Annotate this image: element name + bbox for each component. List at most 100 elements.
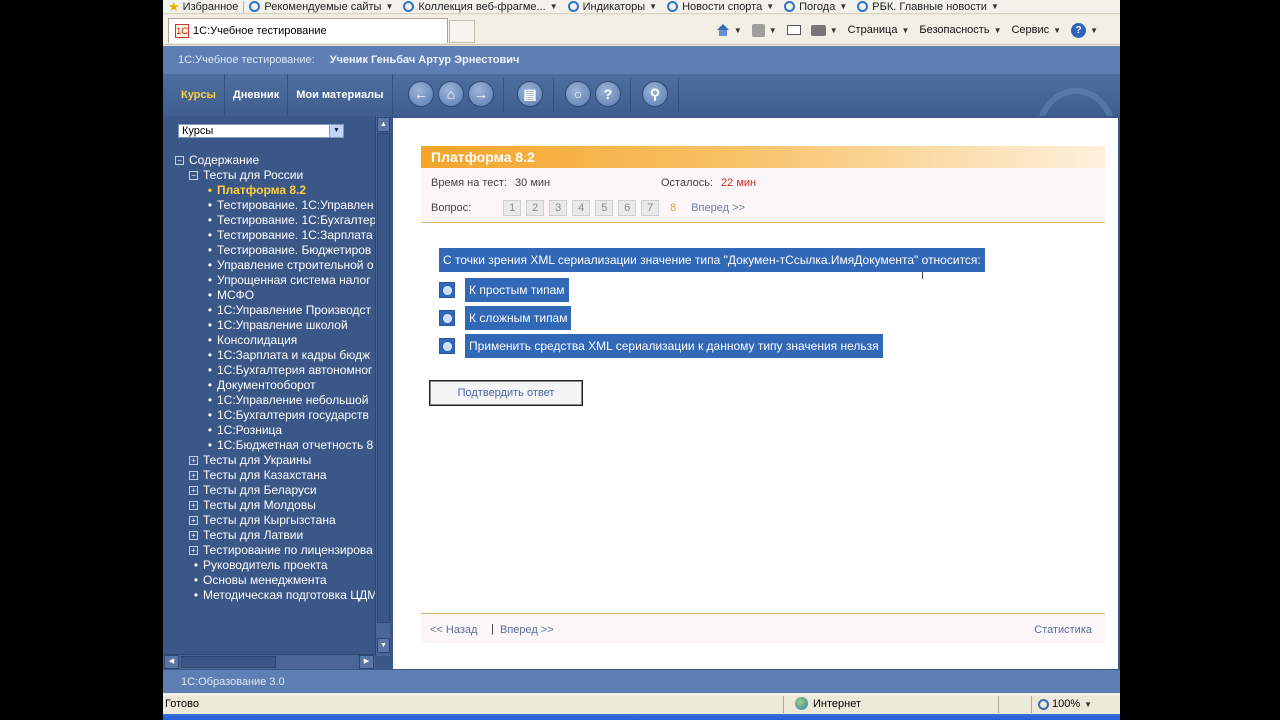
vertical-scrollbar[interactable]: ▲ ▼	[375, 116, 390, 656]
tree-item[interactable]: • Консолидация	[175, 333, 375, 348]
question-number-3[interactable]: 3	[549, 200, 568, 216]
tree-item[interactable]: + Тесты для Латвии	[175, 528, 375, 543]
tree-item[interactable]: • Упрощенная система налог	[175, 273, 375, 288]
tree-item[interactable]: • Тестирование. Бюджетиров	[175, 243, 375, 258]
answer-label[interactable]: К сложным типам	[465, 306, 572, 330]
security-menu[interactable]: Безопасность ▼	[919, 24, 1001, 36]
tree-item[interactable]: • МСФО	[175, 288, 375, 303]
radio-button[interactable]	[439, 338, 455, 354]
ie-icon	[857, 1, 869, 12]
home-button[interactable]: ▼	[716, 24, 742, 36]
confirm-answer-button[interactable]: Подтвердить ответ	[429, 380, 583, 406]
expand-icon[interactable]: +	[189, 471, 198, 480]
fav-link-weather[interactable]: Погода ▼	[779, 0, 852, 13]
tree-item[interactable]: • Методическая подготовка ЦДМ	[175, 588, 375, 603]
answer-option-2[interactable]: К сложным типам	[439, 306, 572, 330]
question-number-4[interactable]: 4	[572, 200, 591, 216]
print-app-button[interactable]: ▤	[517, 81, 543, 107]
tree-item[interactable]: • Тестирование. 1С:Управлен	[175, 198, 375, 213]
tree-item[interactable]: • Основы менеджмента	[175, 573, 375, 588]
nav-my-materials[interactable]: Мои материалы	[288, 74, 393, 116]
favorites-button[interactable]: ★ Избранное	[163, 0, 243, 13]
browser-tab[interactable]: 1С 1С:Учебное тестирование	[168, 18, 448, 43]
tree-item[interactable]: + Тестирование по лицензирова	[175, 543, 375, 558]
tree-item[interactable]: − Тесты для России	[175, 168, 375, 183]
tree-item[interactable]: + Тесты для Беларуси	[175, 483, 375, 498]
tree-item[interactable]: • Платформа 8.2	[175, 183, 375, 198]
radio-button[interactable]	[439, 310, 455, 326]
statistics-link[interactable]: Статистика	[1034, 624, 1092, 636]
expand-icon[interactable]: +	[189, 546, 198, 555]
print-button[interactable]: ▼	[810, 24, 838, 36]
tree-item[interactable]: + Тесты для Молдовы	[175, 498, 375, 513]
question-number-7[interactable]: 7	[641, 200, 660, 216]
search-button[interactable]: ○	[565, 81, 591, 107]
expand-icon[interactable]: +	[189, 501, 198, 510]
expand-icon[interactable]: +	[189, 516, 198, 525]
tree-item[interactable]: • 1С:Управление Производст	[175, 303, 375, 318]
scroll-right-icon[interactable]: ▶	[359, 655, 374, 669]
zoom-control[interactable]: 100% ▼	[1038, 698, 1092, 710]
fav-link-rbc[interactable]: РБК. Главные новости ▼	[852, 0, 1004, 13]
scroll-thumb[interactable]	[377, 133, 390, 623]
help-app-button[interactable]: ?	[595, 81, 621, 107]
nav-diary[interactable]: Дневник	[225, 74, 289, 116]
forward-link[interactable]: Вперед >>	[500, 624, 554, 636]
scroll-down-icon[interactable]: ▼	[377, 638, 390, 653]
service-menu[interactable]: Сервис ▼	[1011, 24, 1061, 36]
nav-courses[interactable]: Курсы	[173, 74, 225, 116]
section-select[interactable]: Курсы ▼	[178, 124, 344, 138]
tree-item[interactable]: • 1С:Зарплата и кадры бюдж	[175, 348, 375, 363]
tree-item[interactable]: + Тесты для Казахстана	[175, 468, 375, 483]
bullet-icon: •	[207, 378, 213, 392]
tree-item[interactable]: • 1С:Управление небольшой	[175, 393, 375, 408]
fav-link-webslices[interactable]: Коллекция веб-фрагме... ▼	[398, 0, 562, 13]
back-arrow-button[interactable]: ←	[408, 81, 434, 107]
tree-item[interactable]: • 1С:Розница	[175, 423, 375, 438]
tree-item[interactable]: − Содержание	[175, 153, 375, 168]
security-zone[interactable]: Интернет	[795, 697, 861, 710]
tree-item[interactable]: • 1С:Бухгалтерия автономног	[175, 363, 375, 378]
answer-option-1[interactable]: К простым типам	[439, 278, 569, 302]
scroll-left-icon[interactable]: ◀	[164, 655, 179, 669]
tree-item[interactable]: • Руководитель проекта	[175, 558, 375, 573]
help-button[interactable]: ? ▼	[1071, 22, 1098, 38]
forward-arrow-button[interactable]: →	[468, 81, 494, 107]
answer-label[interactable]: К простым типам	[465, 278, 569, 302]
page-menu[interactable]: Страница ▼	[848, 24, 910, 36]
tree-item[interactable]: • 1С:Бюджетная отчетность 8	[175, 438, 375, 453]
tree-item[interactable]: • Тестирование. 1С:Бухгалтер	[175, 213, 375, 228]
horizontal-scrollbar[interactable]: ◀ ▶	[163, 654, 375, 669]
question-number-1[interactable]: 1	[503, 200, 522, 216]
radio-button[interactable]	[439, 282, 455, 298]
tree-item[interactable]: • Управление строительной о	[175, 258, 375, 273]
tree-item[interactable]: • Документооборот	[175, 378, 375, 393]
fav-link-indicators[interactable]: Индикаторы ▼	[563, 0, 662, 13]
answer-label[interactable]: Применить средства XML сериализации к да…	[465, 334, 883, 358]
expand-icon[interactable]: +	[189, 456, 198, 465]
new-tab-button[interactable]	[449, 20, 475, 43]
tree-item[interactable]: • 1С:Бухгалтерия государств	[175, 408, 375, 423]
tree-item[interactable]: • Тестирование. 1С:Зарплата	[175, 228, 375, 243]
mail-button[interactable]	[786, 25, 801, 35]
next-question-link[interactable]: Вперед >>	[691, 202, 745, 214]
tree-item[interactable]: + Тесты для Кыргызстана	[175, 513, 375, 528]
question-number-2[interactable]: 2	[526, 200, 545, 216]
expand-icon[interactable]: +	[189, 486, 198, 495]
fav-link-sport[interactable]: Новости спорта ▼	[662, 0, 779, 13]
home-app-button[interactable]: ⌂	[438, 81, 464, 107]
tree-item[interactable]: • 1С:Управление школой	[175, 318, 375, 333]
answer-option-3[interactable]: Применить средства XML сериализации к да…	[439, 334, 883, 358]
expand-icon[interactable]: +	[189, 531, 198, 540]
zoom-search-button[interactable]: ⚲	[642, 81, 668, 107]
question-number-6[interactable]: 6	[618, 200, 637, 216]
back-link[interactable]: << Назад	[430, 624, 477, 636]
tree-item[interactable]: + Тесты для Украины	[175, 453, 375, 468]
feeds-button[interactable]: ▼	[751, 23, 777, 37]
fav-link-recommended[interactable]: Рекомендуемые сайты ▼	[244, 0, 398, 13]
scroll-up-icon[interactable]: ▲	[377, 117, 390, 132]
scroll-thumb[interactable]	[181, 656, 276, 668]
collapse-icon[interactable]: −	[175, 156, 184, 165]
question-number-5[interactable]: 5	[595, 200, 614, 216]
collapse-icon[interactable]: −	[189, 171, 198, 180]
